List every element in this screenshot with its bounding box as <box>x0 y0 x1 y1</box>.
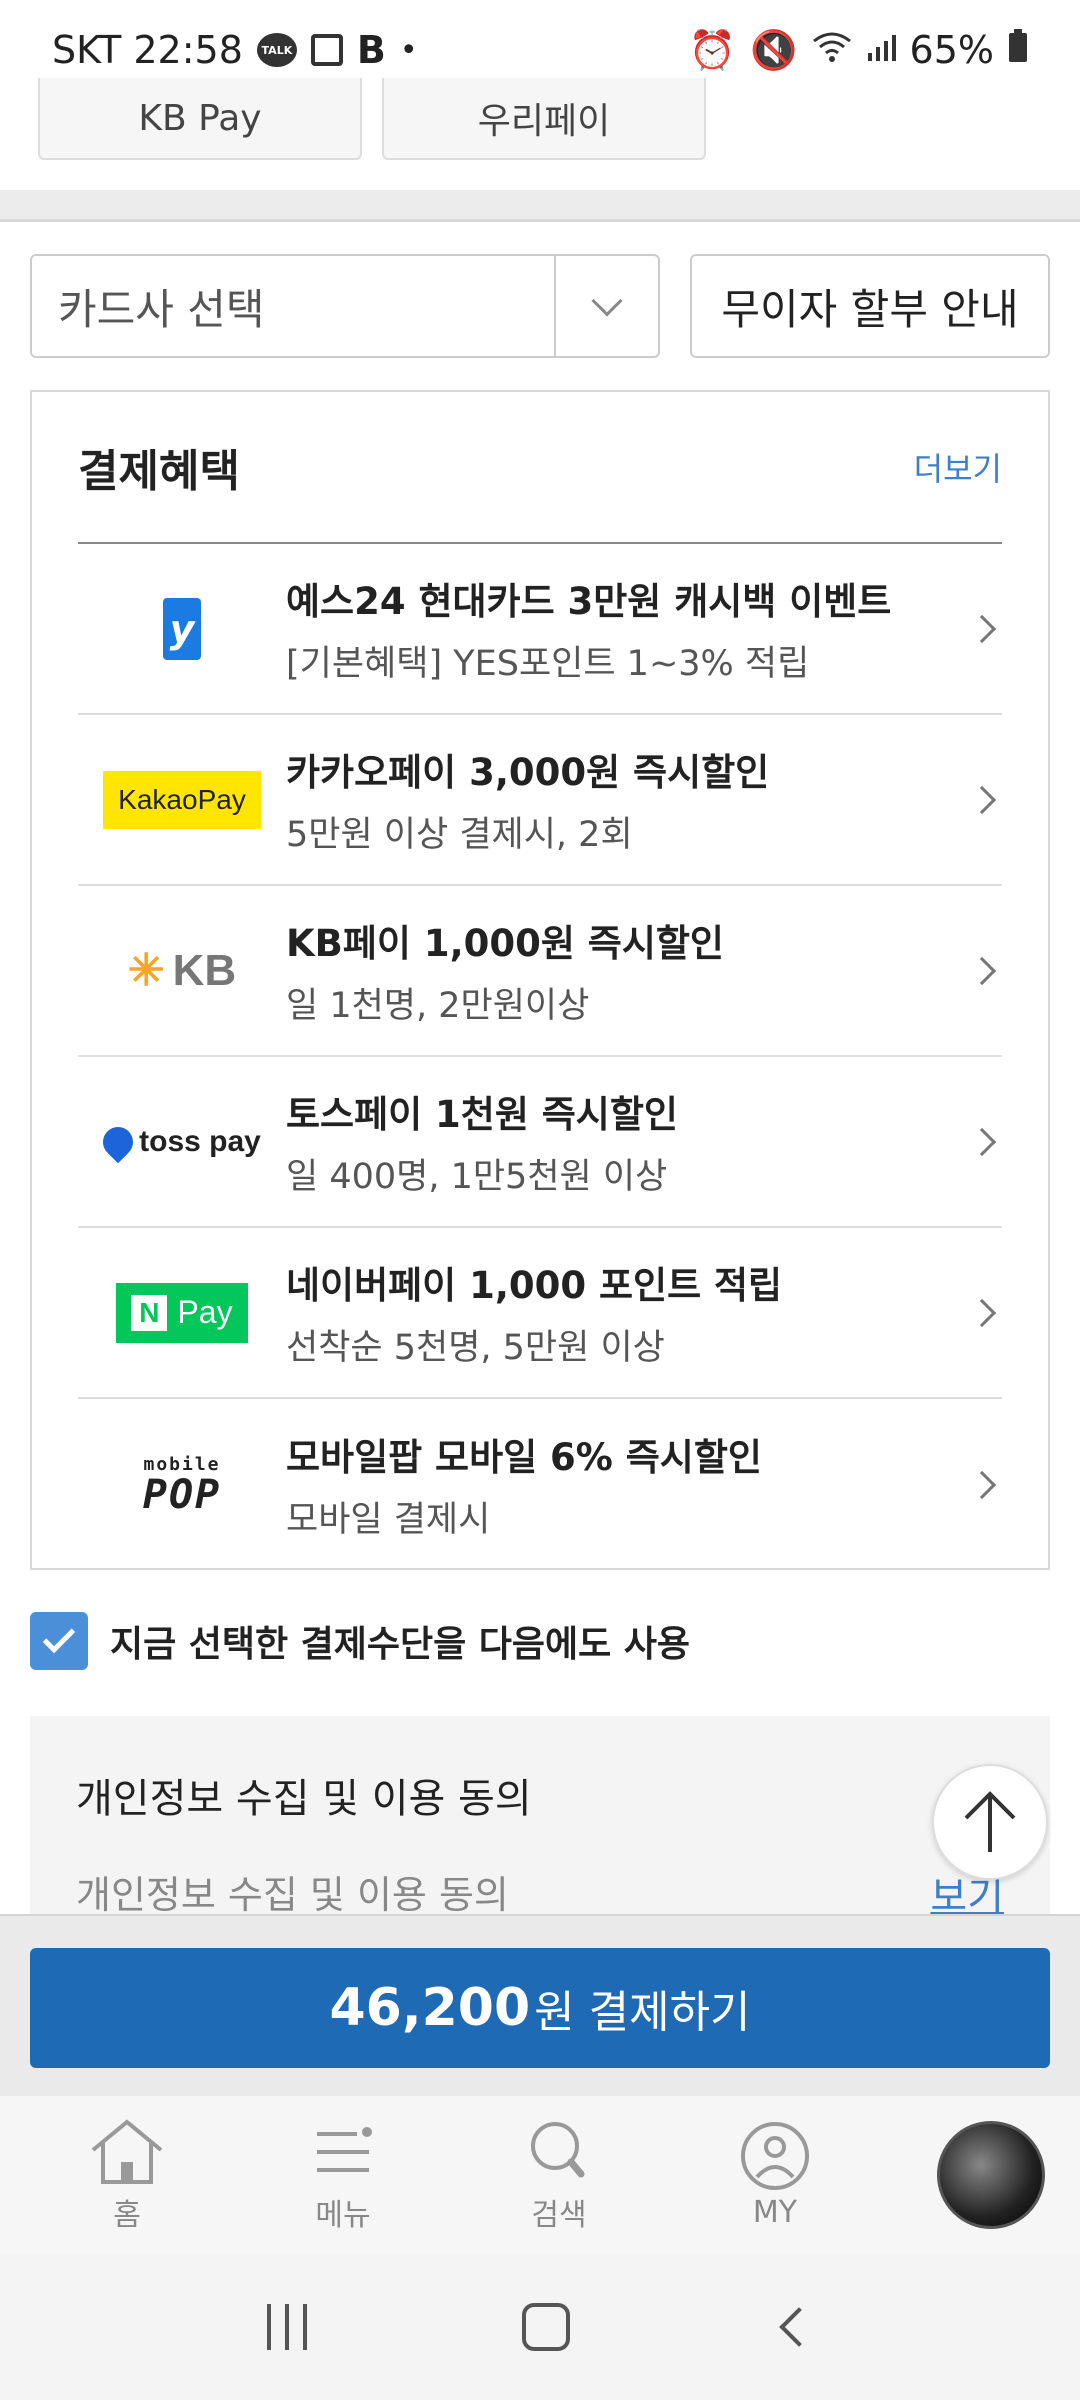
benefit-subtitle: 선착순 5천명, 5만원 이상 <box>286 1328 665 1368</box>
naver-pay-text: Pay <box>177 1294 233 1330</box>
nav-my[interactable]: MY <box>686 2096 864 2254</box>
benefit-title: 예스24 현대카드 3만원 캐시백 이벤트 <box>286 580 892 623</box>
kakaopay-logo: KakaoPay <box>103 770 261 829</box>
benefit-item-naverpay[interactable]: N Pay 네이버페이 1,000 포인트 적립 선착순 5천명, 5만원 이상 <box>78 1228 1002 1399</box>
checkmark-icon <box>42 1620 76 1654</box>
tosspay-logo: toss pay <box>96 1120 261 1163</box>
chevron-right-icon <box>967 614 997 643</box>
naver-n-icon: N <box>131 1294 168 1331</box>
pay-amount: 46,200 <box>329 1978 531 2038</box>
home-icon <box>87 2116 167 2186</box>
search-icon <box>519 2116 599 2186</box>
installment-info-button[interactable]: 무이자 할부 안내 <box>690 254 1050 358</box>
save-method-row[interactable]: 지금 선택한 결제수단을 다음에도 사용 <box>30 1612 690 1670</box>
nav-label: 홈 <box>113 2198 141 2233</box>
naverpay-logo: N Pay <box>116 1282 248 1343</box>
toss-drop-icon <box>96 1120 140 1163</box>
benefit-item-kbpay[interactable]: ✳ KB KB페이 1,000원 즉시할인 일 1천명, 2만원이상 <box>78 886 1002 1057</box>
alarm-icon: ⏰ <box>688 27 737 72</box>
benefit-subtitle: 일 1천명, 2만원이상 <box>286 986 590 1026</box>
benefit-title: 카카오페이 3,000원 즉시할인 <box>286 751 770 794</box>
benefit-subtitle: 일 400명, 1만5천원 이상 <box>286 1157 668 1197</box>
privacy-title: 개인정보 수집 및 이용 동의 <box>76 1776 532 1822</box>
nav-label: MY <box>752 2194 798 2230</box>
benefit-title: 네이버페이 1,000 포인트 적립 <box>286 1264 783 1307</box>
scroll-to-top-button[interactable] <box>932 1764 1048 1880</box>
my-icon <box>735 2121 815 2191</box>
benefits-more-link[interactable]: 더보기 <box>914 444 1002 490</box>
kb-logo-text: KB <box>172 945 237 995</box>
menu-icon <box>303 2116 383 2186</box>
woori-pay-button[interactable]: 우리페이 <box>382 78 706 160</box>
save-method-label: 지금 선택한 결제수단을 다음에도 사용 <box>110 1624 691 1665</box>
pay-bar: 46,200 원 결제하기 <box>0 1914 1080 2096</box>
kakaotalk-icon: TALK <box>256 33 297 67</box>
chevron-right-icon <box>967 1298 997 1327</box>
chevron-right-icon <box>967 785 997 814</box>
mute-icon: 🔇 <box>750 27 798 72</box>
avatar[interactable] <box>937 2121 1045 2229</box>
benefits-title: 결제혜택 <box>78 446 240 497</box>
save-method-checkbox[interactable] <box>30 1612 88 1670</box>
nav-label: 검색 <box>531 2198 587 2233</box>
nav-search[interactable]: 검색 <box>470 2096 648 2254</box>
benefit-subtitle: 5만원 이상 결제시, 2회 <box>286 815 633 855</box>
b-app-icon: B <box>356 28 386 72</box>
benefit-title: 모바일팝 모바일 6% 즉시할인 <box>286 1436 762 1479</box>
toss-logo-text: toss pay <box>139 1124 261 1158</box>
payment-benefits-box: 결제혜택 더보기 y 예스24 현대카드 3만원 캐시백 이벤트 [기본혜택] … <box>30 390 1050 1570</box>
gallery-icon <box>310 34 343 66</box>
benefit-item-mobilepop[interactable]: mobile POP 모바일팝 모바일 6% 즉시할인 모바일 결제시 <box>78 1399 1002 1570</box>
pay-method-row: KB Pay 우리페이 <box>38 78 706 160</box>
chevron-right-icon <box>967 956 997 985</box>
pop-logo-bottom: POP <box>142 1472 222 1518</box>
mobile-pop-logo: mobile POP <box>143 1454 221 1515</box>
privacy-subtitle: 개인정보 수집 및 이용 동의 <box>76 1873 509 1916</box>
pay-button[interactable]: 46,200 원 결제하기 <box>30 1948 1050 2068</box>
wifi-icon <box>812 28 852 72</box>
benefit-title: 토스페이 1천원 즉시할인 <box>286 1093 678 1136</box>
card-select-label: 카드사 선택 <box>58 284 265 334</box>
chevron-right-icon <box>967 1127 997 1156</box>
nav-profile[interactable] <box>902 2096 1080 2254</box>
benefit-item-yes24[interactable]: y 예스24 현대카드 3만원 캐시백 이벤트 [기본혜택] YES포인트 1~… <box>78 544 1002 715</box>
benefits-list: y 예스24 현대카드 3만원 캐시백 이벤트 [기본혜택] YES포인트 1~… <box>78 542 1002 1570</box>
section-divider <box>0 190 1080 222</box>
benefit-subtitle: [기본혜택] YES포인트 1~3% 적립 <box>286 644 810 684</box>
pay-label: 원 결제하기 <box>534 1987 751 2038</box>
benefit-subtitle: 모바일 결제시 <box>286 1500 491 1540</box>
carrier-time: SKT 22:58 <box>52 28 243 72</box>
system-nav-bar <box>0 2254 1080 2400</box>
back-icon[interactable] <box>778 2307 819 2347</box>
nav-label: 메뉴 <box>315 2198 371 2233</box>
card-company-select[interactable]: 카드사 선택 <box>30 254 660 358</box>
yes24-hyundai-card-icon: y <box>163 597 201 660</box>
chevron-right-icon <box>967 1470 997 1499</box>
signal-icon <box>866 28 896 72</box>
arrow-up-icon <box>964 1791 1016 1852</box>
bottom-nav: 홈 메뉴 검색 MY <box>0 2096 1080 2254</box>
battery-percent: 65% <box>909 28 994 72</box>
nav-home[interactable]: 홈 <box>38 2096 216 2254</box>
chevron-down-icon <box>554 256 658 356</box>
privacy-consent-box: 개인정보 수집 및 이용 동의 개인정보 수집 및 이용 동의 보기 <box>30 1716 1050 1916</box>
benefit-title: KB페이 1,000원 즉시할인 <box>286 922 724 965</box>
kb-logo: ✳ KB <box>128 945 236 996</box>
notification-dot-icon: • <box>399 32 418 68</box>
kb-star-icon: ✳ <box>127 946 165 995</box>
kb-pay-button[interactable]: KB Pay <box>38 78 362 160</box>
home-button-icon[interactable] <box>521 2303 570 2351</box>
recent-apps-icon[interactable] <box>267 2304 308 2350</box>
battery-icon <box>1008 28 1028 72</box>
benefit-item-tosspay[interactable]: toss pay 토스페이 1천원 즉시할인 일 400명, 1만5천원 이상 <box>78 1057 1002 1228</box>
nav-menu[interactable]: 메뉴 <box>254 2096 432 2254</box>
benefit-item-kakaopay[interactable]: KakaoPay 카카오페이 3,000원 즉시할인 5만원 이상 결제시, 2… <box>78 715 1002 886</box>
